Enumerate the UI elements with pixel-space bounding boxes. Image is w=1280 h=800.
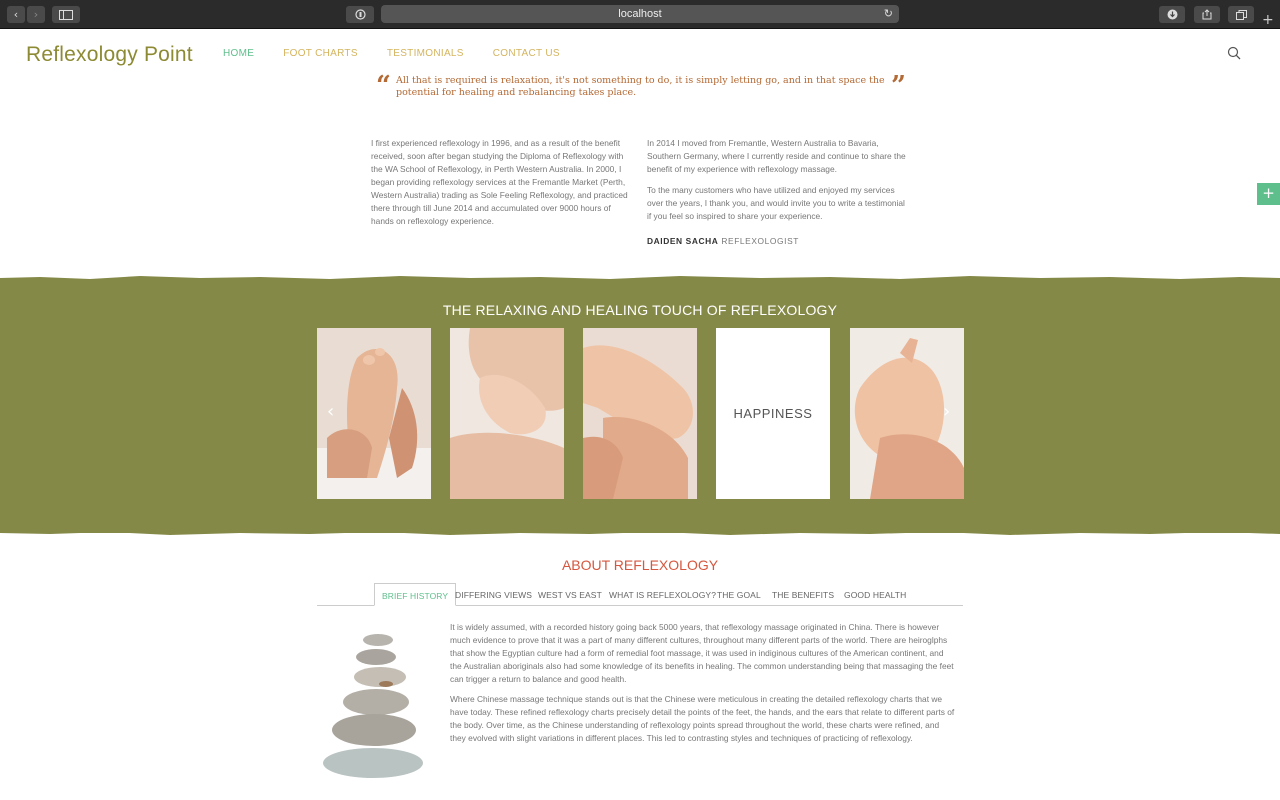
tabs-overview-button[interactable] xyxy=(1228,6,1254,23)
reload-icon[interactable]: ↻ xyxy=(884,5,893,23)
browser-toolbar: ‹ › localhost ↻ + xyxy=(0,0,1280,29)
close-quote-icon: ” xyxy=(891,71,906,101)
about-tabs: BRIEF HISTORY DIFFERING VIEWS WEST VS EA… xyxy=(317,583,963,606)
signature: DAIDEN SACHA REFLEXOLOGIST xyxy=(647,235,911,248)
sidebar-toggle-button[interactable] xyxy=(52,6,80,23)
bio-right-paragraph-1: In 2014 I moved from Fremantle, Western … xyxy=(647,138,906,174)
about-content: It is widely assumed, with a recorded hi… xyxy=(450,621,956,752)
bio-left-paragraph: I first experienced reflexology in 1996,… xyxy=(371,138,628,226)
quote-text: All that is required is relaxation, it's… xyxy=(396,75,885,98)
privacy-report-button[interactable] xyxy=(346,6,374,23)
band-torn-edge-bottom xyxy=(0,529,1280,535)
carousel-prev-arrow[interactable]: ‹ xyxy=(327,403,334,421)
forward-button[interactable]: › xyxy=(27,6,45,23)
search-icon[interactable] xyxy=(1227,46,1241,60)
about-paragraph-1: It is widely assumed, with a recorded hi… xyxy=(450,622,954,684)
foot-hold-image xyxy=(583,328,697,499)
bio-right-column: In 2014 I moved from Fremantle, Western … xyxy=(647,137,911,256)
nav-home[interactable]: HOME xyxy=(223,48,254,59)
downloads-button[interactable] xyxy=(1159,6,1185,23)
sidebar-icon xyxy=(59,10,73,20)
carousel-slide-3[interactable] xyxy=(583,328,697,499)
nav-testimonials[interactable]: TESTIMONIALS xyxy=(387,48,464,59)
tab-differing-views[interactable]: DIFFERING VIEWS xyxy=(455,583,532,606)
carousel-next-arrow[interactable]: › xyxy=(943,403,950,421)
carousel-slide-4[interactable]: HAPPINESS xyxy=(716,328,830,499)
share-icon xyxy=(1202,9,1212,20)
testimonial-quote: “ All that is required is relaxation, it… xyxy=(376,71,906,101)
tab-west-vs-east[interactable]: WEST VS EAST xyxy=(538,583,602,606)
about-paragraph-2: Where Chinese massage technique stands o… xyxy=(450,694,955,743)
signature-role: REFLEXOLOGIST xyxy=(721,236,799,246)
share-button[interactable] xyxy=(1194,6,1220,23)
download-icon xyxy=(1167,9,1177,20)
tabs-icon xyxy=(1235,10,1247,20)
bio-left-column: I first experienced reflexology in 1996,… xyxy=(371,137,635,236)
url-text: localhost xyxy=(618,8,662,20)
back-button[interactable]: ‹ xyxy=(7,6,25,23)
open-quote-icon: “ xyxy=(376,71,391,101)
tab-the-goal[interactable]: THE GOAL xyxy=(717,583,761,606)
hands-on-feet-image xyxy=(450,328,564,499)
nav-contact-us[interactable]: CONTACT US xyxy=(493,48,560,59)
signature-name: DAIDEN SACHA xyxy=(647,236,719,246)
bio-right-paragraph-2: To the many customers who have utilized … xyxy=(647,185,905,221)
tab-good-health[interactable]: GOOD HEALTH xyxy=(844,583,906,606)
about-title: ABOUT REFLEXOLOGY xyxy=(561,557,719,573)
new-tab-button[interactable]: + xyxy=(1262,12,1274,28)
address-bar[interactable]: localhost ↻ xyxy=(381,5,899,23)
carousel-title: THE RELAXING AND HEALING TOUCH OF REFLEX… xyxy=(442,302,838,318)
expand-plus-button[interactable]: + xyxy=(1257,183,1280,205)
main-nav: HOME FOOT CHARTS TESTIMONIALS CONTACT US xyxy=(223,48,589,59)
stacked-stones-image xyxy=(323,634,423,778)
slide-text: HAPPINESS xyxy=(733,406,813,421)
tab-brief-history[interactable]: BRIEF HISTORY xyxy=(374,583,457,606)
tab-what-is-reflexology[interactable]: WHAT IS REFLEXOLOGY? xyxy=(609,583,716,606)
nav-foot-charts[interactable]: FOOT CHARTS xyxy=(283,48,358,59)
carousel-slide-2[interactable] xyxy=(450,328,564,499)
site-logo[interactable]: Reflexology Point xyxy=(26,43,193,67)
site-header: Reflexology Point HOME FOOT CHARTS TESTI… xyxy=(0,29,1280,79)
tab-the-benefits[interactable]: THE BENEFITS xyxy=(772,583,834,606)
shield-icon xyxy=(354,9,366,20)
